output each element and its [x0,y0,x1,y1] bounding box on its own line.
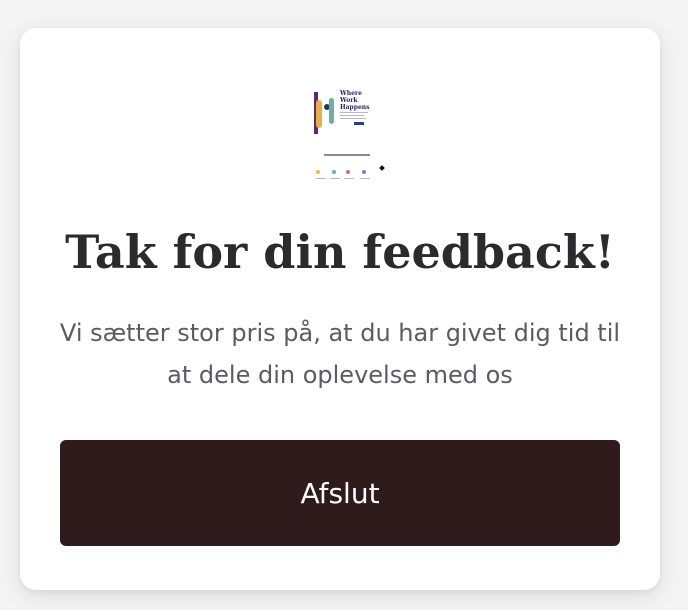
preview-text-line [340,115,364,116]
preview-text-line [344,178,354,179]
preview-heading: Where Work Happens [340,90,370,111]
dialog-message: Vi sætter stor pris på, at du har givet … [59,319,621,389]
preview-text-line [340,112,368,113]
preview-illustration-figure [316,100,322,128]
preview-corner-mark [379,165,385,171]
preview-button [354,122,364,125]
close-button[interactable]: Afslut [60,440,620,546]
preview-illustration-figure-2 [329,98,334,124]
preview-feature-icon [346,170,350,174]
preview-feature-icon [362,170,366,174]
dialog-title: Tak for din feedback! [65,225,615,279]
preview-text-line [360,178,370,179]
feedback-dialog: Where Work Happens Tak for din feedback!… [20,28,660,590]
preview-text-line [316,178,326,179]
preview-feature-icon [332,170,336,174]
preview-feature-icon [316,170,320,174]
preview-subheading [324,154,370,156]
website-preview-thumbnail: Where Work Happens [310,78,396,188]
preview-text-line [340,118,366,119]
preview-text-line [330,178,340,179]
